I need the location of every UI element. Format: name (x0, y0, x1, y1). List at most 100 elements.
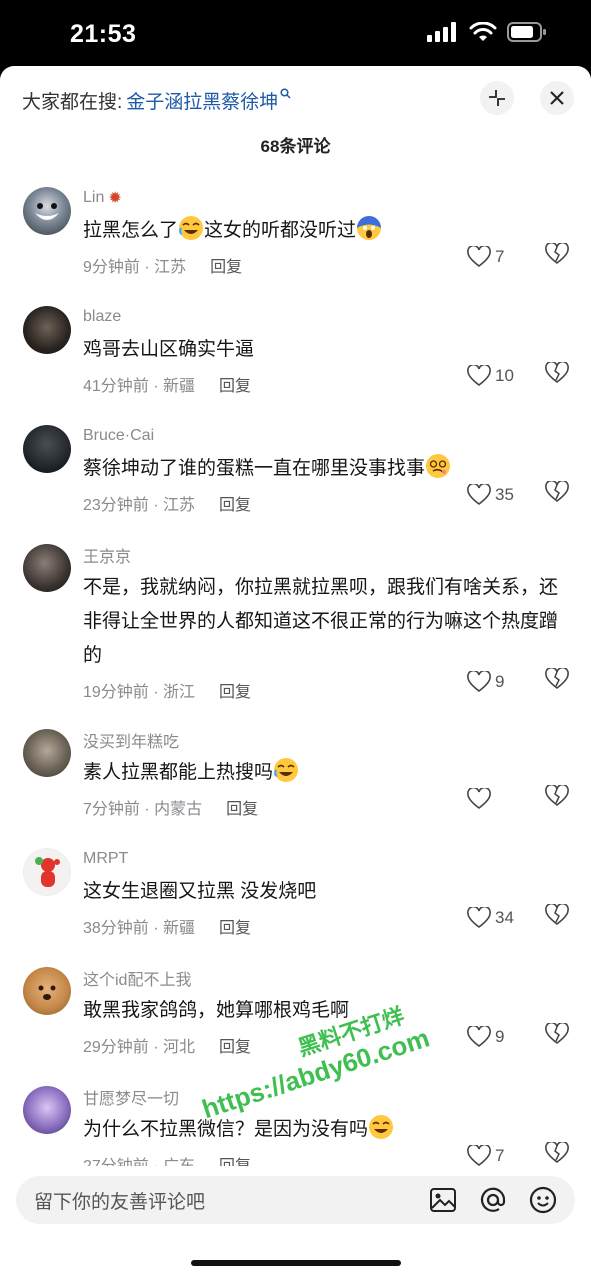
reply-button[interactable]: 回复 (226, 795, 258, 819)
battery-icon (507, 22, 546, 42)
reply-button[interactable]: 回复 (219, 1033, 251, 1057)
dizzy-emoji-icon (426, 454, 451, 478)
comment-author[interactable]: MRPT (83, 848, 571, 870)
emoji-icon[interactable] (529, 1186, 557, 1214)
lobster-badge-icon: ✹ (108, 190, 122, 207)
like-count: 7 (495, 246, 505, 266)
status-icons (427, 22, 547, 42)
laugh-cry-emoji-icon (369, 1115, 394, 1139)
search-icon (280, 87, 291, 102)
like-button[interactable]: 34 (467, 906, 537, 929)
like-button[interactable]: 7 (467, 1144, 537, 1167)
comment-author[interactable]: blaze (83, 306, 571, 328)
avatar[interactable] (23, 425, 71, 473)
avatar[interactable] (23, 544, 71, 592)
collapse-icon (489, 90, 505, 106)
avatar[interactable] (23, 729, 71, 777)
comment-author[interactable]: Bruce·Cai (83, 425, 571, 447)
dislike-button[interactable] (545, 666, 569, 695)
heart-icon (467, 483, 491, 505)
dislike-button[interactable] (545, 1021, 569, 1050)
like-count: 9 (495, 671, 505, 691)
heart-icon (467, 245, 491, 267)
mention-icon[interactable] (479, 1186, 507, 1214)
laugh-cry-emoji-icon (274, 758, 299, 782)
avatar[interactable] (23, 967, 71, 1015)
heart-icon (467, 364, 491, 386)
like-count: 7 (495, 1145, 505, 1165)
comment-time-location: 41分钟前 · 新疆 (83, 378, 196, 395)
comment-input[interactable]: 留下你的友善评论吧 (16, 1176, 575, 1224)
like-button[interactable] (467, 787, 537, 810)
reply-button[interactable]: 回复 (219, 491, 251, 515)
comment-list: Lin ✹ 拉黑怎么了 这女的听都没听过 9分钟前 · 江苏 回复 7 blaz… (0, 169, 591, 1280)
like-button[interactable]: 9 (467, 670, 537, 693)
dislike-button[interactable] (545, 479, 569, 508)
heart-icon (467, 906, 491, 928)
dislike-button[interactable] (545, 360, 569, 389)
reply-button[interactable]: 回复 (219, 372, 251, 396)
comment-author[interactable]: 这个id配不上我 (83, 967, 571, 989)
comments-sheet: 大家都在搜: 金子涵拉黑蔡徐坤 68条评论 Lin ✹ 拉黑怎么了 这女的听都没… (0, 66, 591, 1280)
comment-time-location: 7分钟前 · 内蒙古 (83, 801, 203, 818)
dislike-button[interactable] (545, 902, 569, 931)
comment-actions: 34 (467, 902, 569, 931)
avatar[interactable] (23, 187, 71, 235)
comment-text: 不是，我就纳闷，你拉黑就拉黑呗，跟我们有啥关系，还非得让全世界的人都知道这不很正… (83, 577, 559, 666)
like-button[interactable]: 35 (467, 483, 537, 506)
like-count: 10 (495, 365, 514, 385)
search-term-link[interactable]: 金子涵拉黑蔡徐坤 (126, 87, 278, 114)
like-button[interactable]: 7 (467, 245, 537, 268)
comment-author[interactable]: 没买到年糕吃 (83, 729, 571, 751)
close-button[interactable] (540, 81, 574, 115)
comment-author[interactable]: 王京京 (83, 544, 571, 566)
comment-input-placeholder: 留下你的友善评论吧 (34, 1191, 206, 1213)
avatar[interactable] (23, 848, 71, 896)
comment-time-location: 23分钟前 · 江苏 (83, 497, 196, 514)
avatar[interactable] (23, 1086, 71, 1134)
broken-heart-icon (545, 666, 569, 690)
image-icon[interactable] (429, 1187, 457, 1213)
collapse-button[interactable] (480, 81, 514, 115)
signal-icon (427, 22, 456, 42)
comment-actions (467, 783, 569, 812)
reply-button[interactable]: 回复 (210, 253, 242, 277)
broken-heart-icon (545, 1140, 569, 1164)
comment-actions: 10 (467, 360, 569, 389)
comment-actions: 7 (467, 241, 569, 270)
like-count: 35 (495, 484, 514, 504)
reply-button[interactable]: 回复 (219, 914, 251, 938)
broken-heart-icon (545, 241, 569, 265)
heart-icon (467, 1025, 491, 1047)
dislike-button[interactable] (545, 241, 569, 270)
comment-time-location: 9分钟前 · 江苏 (83, 259, 187, 276)
dislike-button[interactable] (545, 783, 569, 812)
comment-author[interactable]: Lin ✹ (83, 187, 571, 209)
comment-actions: 9 (467, 1021, 569, 1050)
status-bar: 21:53 (0, 0, 591, 66)
broken-heart-icon (545, 360, 569, 384)
broken-heart-icon (545, 1021, 569, 1045)
comment-actions: 9 (467, 666, 569, 695)
comment-author[interactable]: 甘愿梦尽一切 (83, 1086, 571, 1108)
heart-icon (467, 1144, 491, 1166)
avatar[interactable] (23, 306, 71, 354)
like-count: 34 (495, 907, 514, 927)
heart-icon (467, 670, 491, 692)
broken-heart-icon (545, 783, 569, 807)
like-button[interactable]: 9 (467, 1025, 537, 1048)
broken-heart-icon (545, 479, 569, 503)
laugh-cry-emoji-icon (179, 216, 204, 240)
comment-time-location: 19分钟前 · 浙江 (83, 684, 196, 701)
wifi-icon (469, 22, 497, 41)
reply-button[interactable]: 回复 (219, 678, 251, 702)
input-icons (429, 1186, 557, 1214)
comment-input-bar: 留下你的友善评论吧 (0, 1166, 591, 1280)
home-indicator (191, 1260, 401, 1266)
comment-count: 68条评论 (260, 137, 331, 156)
scream-emoji-icon (357, 216, 382, 240)
like-count: 9 (495, 1026, 505, 1046)
comment-actions: 7 (467, 1140, 569, 1169)
dislike-button[interactable] (545, 1140, 569, 1169)
like-button[interactable]: 10 (467, 364, 537, 387)
